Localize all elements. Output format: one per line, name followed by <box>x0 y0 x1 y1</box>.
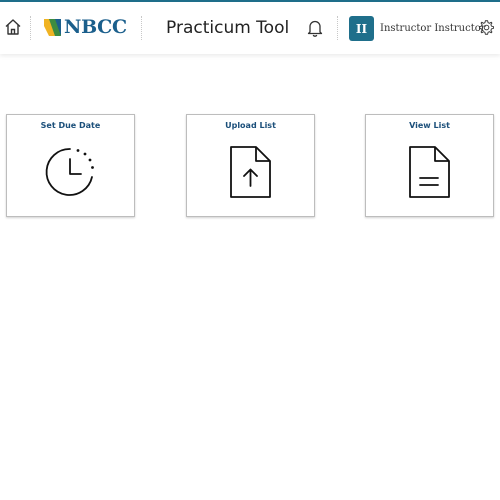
brand-name: NBCC <box>64 16 127 38</box>
gear-icon[interactable] <box>478 19 495 36</box>
header-divider <box>337 16 338 40</box>
header-divider <box>30 16 31 40</box>
bell-icon[interactable] <box>306 18 324 38</box>
nbcc-logo-mark <box>44 18 61 36</box>
page-title: Practicum Tool <box>166 18 290 38</box>
document-icon <box>407 145 453 203</box>
view-list-card[interactable]: View List <box>365 114 494 217</box>
set-due-date-card[interactable]: Set Due Date <box>6 114 135 217</box>
user-name[interactable]: Instructor Instructor <box>380 23 486 34</box>
home-icon[interactable] <box>3 17 23 37</box>
card-title: Upload List <box>225 121 276 130</box>
file-upload-icon <box>228 145 274 203</box>
header-divider <box>141 16 142 40</box>
nbcc-logo[interactable]: NBCC <box>44 16 127 38</box>
upload-list-card[interactable]: Upload List <box>186 114 315 217</box>
clock-icon <box>44 145 98 203</box>
card-title: View List <box>409 121 450 130</box>
avatar[interactable]: II <box>349 16 374 41</box>
card-title: Set Due Date <box>40 121 101 130</box>
app-header: NBCC Practicum Tool II Instructor Instru… <box>0 2 500 54</box>
